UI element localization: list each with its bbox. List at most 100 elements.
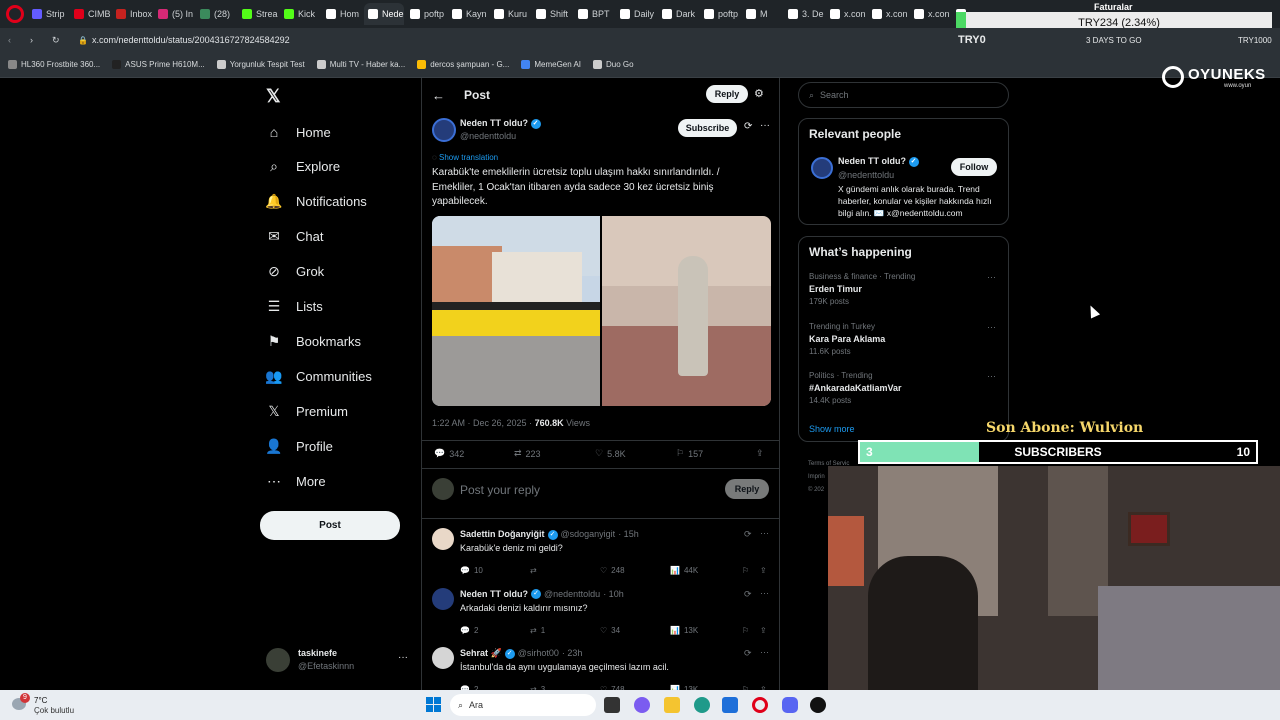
reply-author-name[interactable]: Sehrat 🚀 [460,648,502,658]
reply-item[interactable]: Neden TT oldu? ✓ @nedenttoldu · 10h ⟳ ··· Arka… [422,586,779,645]
sidebar-item-lists[interactable]: ☰ Lists [266,298,323,315]
browser-tab[interactable]: Kick [280,3,320,25]
post-image-buses[interactable] [432,216,600,406]
sidebar-item-home[interactable]: ⌂ Home [266,124,331,140]
more-icon[interactable]: ··· [760,120,770,131]
bookmark-icon[interactable]: ⚐ [742,566,749,575]
bookmark-item[interactable]: Multi TV - Haber ka... [316,60,405,69]
show-translation-link[interactable]: ◌ Show translation [432,153,498,162]
sidebar-item-notifications[interactable]: 🔔 Notifications [265,193,367,210]
browser-tab[interactable]: CIMB [70,3,110,25]
browser-tab[interactable]: (5) In [154,3,194,25]
browser-tab[interactable]: Kuru [490,3,530,25]
views-action[interactable]: 📊 13K [670,626,698,635]
trend-item[interactable]: Politics · Trending #AnkaradaKatliamVar 14… [809,371,999,415]
bookmark-item[interactable]: MemeGen AI [521,60,581,69]
copilot-icon[interactable] [634,697,650,713]
sidebar-item-communities[interactable]: 👥 Communities [265,368,372,384]
bookmark-item[interactable]: HL360 Frostbite 360... [8,60,100,69]
like-action[interactable]: ♡ 248 [600,566,625,575]
grok-icon[interactable]: ⟳ [744,529,752,540]
like-action[interactable]: ♡ 34 [600,626,620,635]
browser-tab[interactable]: Dark [658,3,698,25]
reply-author-name[interactable]: Neden TT oldu? [460,589,528,599]
sidebar-item-profile[interactable]: 👤 Profile [265,438,333,454]
filter-icon[interactable]: ⚙ [754,87,764,100]
edge-browser-icon[interactable] [694,697,710,713]
browser-tab[interactable]: Strip [28,3,68,25]
person-name-row[interactable]: Neden TT oldu? ✓ [838,156,919,167]
browser-tab[interactable]: Hom [322,3,362,25]
more-icon[interactable]: ··· [760,588,769,598]
more-icon[interactable]: ··· [760,528,769,538]
browser-tab[interactable]: x.con [868,3,908,25]
bookmark-item[interactable]: ASUS Prime H610M... [112,60,205,69]
author-name-row[interactable]: Neden TT oldu? ✓ [460,118,541,129]
sidebar-item-chat[interactable]: ✉ Chat [266,228,323,245]
trend-item[interactable]: Business & finance · Trending Erden Timur… [809,272,999,316]
sidebar-item-more[interactable]: ⋯ More [266,473,326,489]
back-arrow-icon[interactable]: ← [432,88,445,103]
browser-tab[interactable]: x.con [910,3,950,25]
trend-item[interactable]: Trending in Turkey Kara Para Aklama 11.6K … [809,322,999,366]
opera-icon[interactable] [752,697,768,713]
store-icon[interactable] [722,697,738,713]
task-view-icon[interactable] [604,697,620,713]
weather-widget[interactable]: 9 7°C Çok bulutlu [8,692,98,718]
back-arrow-icon[interactable]: ‹ [8,35,22,45]
more-icon[interactable]: ··· [987,371,996,381]
repost-action[interactable]: ⇄ 1 [530,626,545,635]
author-avatar[interactable] [432,118,456,142]
more-icon[interactable]: ··· [987,322,996,332]
browser-tab[interactable]: Shift [532,3,572,25]
bookmark-item[interactable]: dercos şampuan - G... [417,60,509,69]
like-action[interactable]: ♡ 5.8K [595,448,626,459]
reply-author-name[interactable]: Sadettin Doğanyiğit [460,529,545,539]
repost-action[interactable]: ⇄ [530,566,541,575]
post-image-elderly-man[interactable] [602,216,771,406]
grok-icon[interactable]: ⟳ [744,648,752,659]
header-reply-button[interactable]: Reply [706,85,748,103]
views-action[interactable]: 📊 44K [670,566,698,575]
grok-icon[interactable]: ⟳ [744,121,752,132]
reply-submit-button[interactable]: Reply [725,479,769,499]
more-icon[interactable]: ··· [987,272,996,282]
browser-tab[interactable]: poftp [700,3,740,25]
reply-item[interactable]: Sehrat 🚀 ✓ @sirhot00 · 23h ⟳ ··· İstanbul'da d… [422,645,779,690]
bookmark-icon[interactable]: ⚐ [742,626,749,635]
browser-tab[interactable]: x.con [826,3,866,25]
reply-action[interactable]: 💬 2 [460,626,478,635]
reply-action[interactable]: 💬 342 [434,448,464,459]
browser-tab[interactable]: Inbox [112,3,152,25]
avatar[interactable] [432,647,454,669]
bookmark-action[interactable]: ⚐ 157 [676,448,703,459]
sidebar-item-explore[interactable]: ⌕ Explore [266,158,340,175]
account-more-icon[interactable]: ··· [398,652,408,663]
browser-tab[interactable]: M [742,3,782,25]
reply-action[interactable]: 💬 10 [460,566,483,575]
discord-icon[interactable] [782,697,798,713]
sidebar-item-premium[interactable]: 𝕏 Premium [266,403,348,419]
sidebar-item-grok[interactable]: ⊘ Grok [266,263,324,280]
share-icon[interactable]: ⇪ [760,566,767,575]
grok-icon[interactable]: ⟳ [744,589,752,600]
avatar[interactable] [432,587,454,610]
url-field[interactable]: x.com/nedenttoldu/status/200431672782458… [92,35,290,45]
more-icon[interactable]: ··· [760,647,769,657]
file-explorer-icon[interactable] [664,697,680,713]
share-icon[interactable]: ⇪ [760,626,767,635]
reply-input[interactable]: Post your reply [460,483,540,497]
follow-button[interactable]: Follow [951,158,997,176]
reload-icon[interactable]: ↻ [52,35,66,46]
subscribe-button[interactable]: Subscribe [678,119,737,137]
browser-tab[interactable]: poftp [406,3,446,25]
start-button-icon[interactable] [426,697,441,712]
browser-tab[interactable]: Kayn [448,3,488,25]
bookmark-item[interactable]: Duo Go [593,60,634,69]
browser-tab[interactable]: Neden T [364,3,404,25]
app-icon[interactable] [810,697,826,713]
account-switcher[interactable]: taskinefe @Efetaskinnn ··· [266,646,410,676]
avatar[interactable] [432,528,454,550]
taskbar-search[interactable]: ⌕ Ara [450,694,596,716]
person-avatar[interactable] [811,157,833,179]
